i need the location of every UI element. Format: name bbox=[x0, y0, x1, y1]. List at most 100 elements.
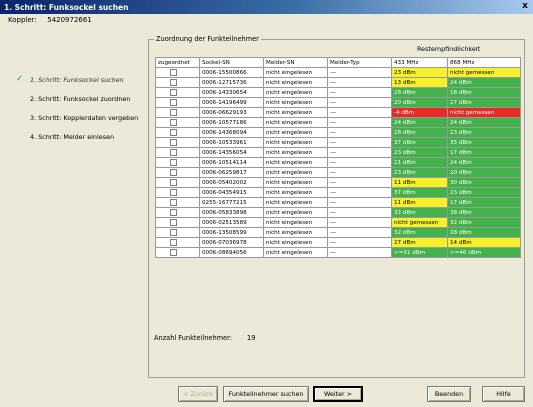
assigned-cell[interactable] bbox=[155, 167, 200, 178]
detector-type-cell: --- bbox=[327, 167, 392, 178]
detector-sn-cell: nicht eingelesen bbox=[263, 247, 328, 258]
back-button[interactable]: < Zurück bbox=[178, 386, 218, 402]
table-row[interactable]: 0006-14368094 nicht eingelesen --- 28 dBm 23… bbox=[155, 127, 521, 138]
detector-sn-cell: nicht eingelesen bbox=[263, 237, 328, 248]
assigned-checkbox[interactable] bbox=[170, 169, 177, 176]
assigned-checkbox[interactable] bbox=[170, 159, 177, 166]
table-row[interactable]: 0006-04354915 nicht eingelesen --- 37 dBm 23… bbox=[155, 187, 521, 198]
table-row[interactable]: 0006-14196499 nicht eingelesen --- 20 dBm 27… bbox=[155, 97, 521, 108]
assigned-checkbox[interactable] bbox=[170, 69, 177, 76]
assigned-cell[interactable] bbox=[155, 187, 200, 198]
assigned-cell[interactable] bbox=[155, 107, 200, 118]
table-row[interactable]: 0006-05833898 nicht eingelesen --- 32 dBm 38… bbox=[155, 207, 521, 218]
socket-sn-cell: 0006-07036978 bbox=[199, 237, 264, 248]
table-row[interactable]: 0006-14330654 nicht eingelesen --- 28 dBm 18… bbox=[155, 87, 521, 98]
table-row[interactable]: 0006-10533961 nicht eingelesen --- 37 dBm 35… bbox=[155, 137, 521, 148]
table-row[interactable]: 0255-16777215 nicht eingelesen --- 11 dBm 17… bbox=[155, 197, 521, 208]
detector-type-cell: --- bbox=[327, 137, 392, 148]
assigned-cell[interactable] bbox=[155, 97, 200, 108]
assigned-cell[interactable] bbox=[155, 77, 200, 88]
column-header-433mhz[interactable]: 433 MHz bbox=[391, 57, 448, 68]
close-button[interactable]: x bbox=[519, 1, 531, 12]
search-participants-button[interactable]: Funkteilnehmer suchen bbox=[223, 386, 309, 402]
assigned-checkbox[interactable] bbox=[170, 139, 177, 146]
signal-868-cell: 20 dBm bbox=[447, 167, 521, 178]
coupler-value: 5420972661 bbox=[47, 16, 92, 24]
column-header-868mhz[interactable]: 868 MHz bbox=[447, 57, 521, 68]
column-header-detector-sn[interactable]: Melder-SN bbox=[263, 57, 328, 68]
socket-sn-cell: 0006-15500866 bbox=[199, 67, 264, 78]
participant-table: zugeordnet Sockel-SN Melder-SN Melder-Ty… bbox=[155, 57, 521, 258]
table-row[interactable]: 0006-05402002 nicht eingelesen --- 11 dBm 30… bbox=[155, 177, 521, 188]
coupler-info: Koppler: 5420972661 bbox=[8, 16, 92, 24]
detector-sn-cell: nicht eingelesen bbox=[263, 117, 328, 128]
column-header-assigned[interactable]: zugeordnet bbox=[155, 57, 200, 68]
socket-sn-cell: 0006-10577186 bbox=[199, 117, 264, 128]
assigned-cell[interactable] bbox=[155, 207, 200, 218]
table-row[interactable]: 0006-07036978 nicht eingelesen --- 27 dBm 14… bbox=[155, 237, 521, 248]
column-header-socket-sn[interactable]: Sockel-SN bbox=[199, 57, 264, 68]
table-row[interactable]: 0006-06259817 nicht eingelesen --- 23 dBm 20… bbox=[155, 167, 521, 178]
assigned-checkbox[interactable] bbox=[170, 249, 177, 256]
socket-sn-cell: 0006-10514114 bbox=[199, 157, 264, 168]
socket-sn-cell: 0006-05833898 bbox=[199, 207, 264, 218]
assigned-checkbox[interactable] bbox=[170, 109, 177, 116]
assigned-cell[interactable] bbox=[155, 227, 200, 238]
assigned-cell[interactable] bbox=[155, 217, 200, 228]
step-4: 4. Schritt: Melder einlesen bbox=[18, 127, 144, 146]
socket-sn-cell: 0006-08694056 bbox=[199, 247, 264, 258]
detector-type-cell: --- bbox=[327, 187, 392, 198]
assigned-cell[interactable] bbox=[155, 137, 200, 148]
detector-type-cell: --- bbox=[327, 97, 392, 108]
signal-868-cell: nicht gemessen bbox=[447, 67, 521, 78]
assigned-cell[interactable] bbox=[155, 117, 200, 128]
assigned-checkbox[interactable] bbox=[170, 209, 177, 216]
signal-868-cell: 17 dBm bbox=[447, 147, 521, 158]
assigned-checkbox[interactable] bbox=[170, 99, 177, 106]
assigned-checkbox[interactable] bbox=[170, 199, 177, 206]
column-header-detector-type[interactable]: Melder-Typ bbox=[327, 57, 392, 68]
assigned-cell[interactable] bbox=[155, 237, 200, 248]
table-row[interactable]: 0006-13508599 nicht eingelesen --- 32 dBm 28… bbox=[155, 227, 521, 238]
assigned-checkbox[interactable] bbox=[170, 229, 177, 236]
assigned-cell[interactable] bbox=[155, 67, 200, 78]
signal-868-cell: 14 dBm bbox=[447, 237, 521, 248]
table-row[interactable]: 0006-10514114 nicht eingelesen --- 21 dBm 24… bbox=[155, 157, 521, 168]
assigned-checkbox[interactable] bbox=[170, 219, 177, 226]
socket-sn-cell: 0006-02513589 bbox=[199, 217, 264, 228]
detector-sn-cell: nicht eingelesen bbox=[263, 137, 328, 148]
table-row[interactable]: 0006-15500866 nicht eingelesen --- 23 dBm ni… bbox=[155, 67, 521, 78]
detector-type-cell: --- bbox=[327, 237, 392, 248]
quit-button[interactable]: Beenden bbox=[427, 386, 471, 402]
assigned-checkbox[interactable] bbox=[170, 79, 177, 86]
assigned-checkbox[interactable] bbox=[170, 89, 177, 96]
assigned-checkbox[interactable] bbox=[170, 189, 177, 196]
assigned-cell[interactable] bbox=[155, 87, 200, 98]
table-row[interactable]: 0006-12715736 nicht eingelesen --- 13 dBm 24… bbox=[155, 77, 521, 88]
assigned-checkbox[interactable] bbox=[170, 239, 177, 246]
detector-sn-cell: nicht eingelesen bbox=[263, 77, 328, 88]
assigned-checkbox[interactable] bbox=[170, 149, 177, 156]
assigned-cell[interactable] bbox=[155, 157, 200, 168]
table-row[interactable]: 0006-14356054 nicht eingelesen --- 23 dBm 17… bbox=[155, 147, 521, 158]
table-row[interactable]: 0006-02513589 nicht eingelesen --- nicht ge… bbox=[155, 217, 521, 228]
assigned-cell[interactable] bbox=[155, 197, 200, 208]
assigned-cell[interactable] bbox=[155, 247, 200, 258]
assigned-cell[interactable] bbox=[155, 177, 200, 188]
assigned-cell[interactable] bbox=[155, 127, 200, 138]
signal-868-cell: >=46 dBm bbox=[447, 247, 521, 258]
table-row[interactable]: 0006-06629193 nicht eingelesen --- -4 dBm ni… bbox=[155, 107, 521, 118]
table-row[interactable]: 0006-10577186 nicht eingelesen --- 24 dBm 24… bbox=[155, 117, 521, 128]
help-button[interactable]: Hilfe bbox=[482, 386, 525, 402]
detector-sn-cell: nicht eingelesen bbox=[263, 127, 328, 138]
assigned-checkbox[interactable] bbox=[170, 119, 177, 126]
next-button[interactable]: Weiter > bbox=[313, 386, 363, 402]
table-row[interactable]: 0006-08694056 nicht eingelesen --- >=51 dBm… bbox=[155, 247, 521, 258]
assigned-cell[interactable] bbox=[155, 147, 200, 158]
groupbox-title: Zuordnung der Funkteilnehmer bbox=[154, 35, 261, 43]
assigned-checkbox[interactable] bbox=[170, 129, 177, 136]
detector-type-cell: --- bbox=[327, 77, 392, 88]
socket-sn-cell: 0006-13508599 bbox=[199, 227, 264, 238]
assigned-checkbox[interactable] bbox=[170, 179, 177, 186]
count-value: 19 bbox=[247, 334, 256, 342]
